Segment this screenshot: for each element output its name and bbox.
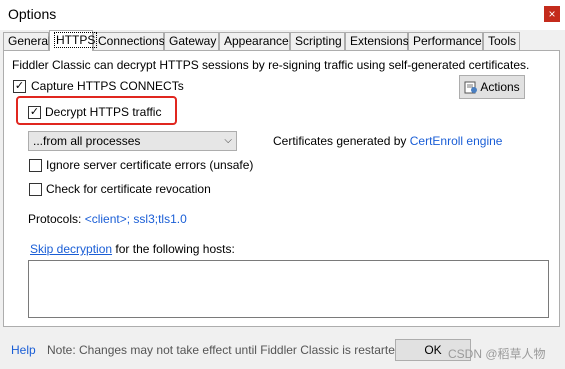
tab-connections[interactable]: Connections — [93, 32, 165, 50]
capture-https-label: Capture HTTPS CONNECTs — [31, 79, 184, 93]
process-filter-value: ...from all processes — [33, 134, 141, 148]
tab-tools[interactable]: Tools — [483, 32, 520, 50]
checkmark-icon: ✓ — [14, 80, 25, 92]
help-link[interactable]: Help — [11, 343, 36, 357]
title-bar — [0, 0, 565, 30]
skip-hosts-textarea[interactable] — [28, 260, 549, 318]
actions-button[interactable]: Actions — [459, 75, 525, 99]
watermark: CSDN @稻草人物 — [448, 347, 546, 361]
tab-extensions[interactable]: Extensions — [345, 32, 409, 50]
tab-https[interactable]: HTTPS — [49, 30, 98, 51]
decrypt-https-checkbox[interactable]: ✓ — [28, 106, 41, 119]
check-revocation-label: Check for certificate revocation — [46, 182, 211, 196]
cert-prefix: Certificates generated by — [273, 134, 407, 148]
skip-decryption-row: Skip decryption for the following hosts: — [30, 242, 235, 256]
protocols-label: Protocols: — [28, 212, 82, 226]
decrypt-https-label: Decrypt HTTPS traffic — [45, 105, 162, 119]
skip-decryption-link[interactable]: Skip decryption — [30, 242, 112, 256]
ok-label: OK — [424, 343, 442, 357]
cert-engine-link[interactable]: CertEnroll engine — [410, 134, 503, 148]
ignore-cert-errors-checkbox[interactable] — [29, 159, 42, 172]
checkmark-icon: ✓ — [29, 106, 40, 118]
chevron-down-icon: ⌵ — [224, 135, 232, 146]
close-button[interactable]: × — [544, 6, 560, 22]
ignore-cert-errors-label: Ignore server certificate errors (unsafe… — [46, 158, 254, 172]
close-icon: × — [548, 7, 556, 21]
process-filter-select[interactable]: ...from all processes ⌵ — [28, 131, 237, 151]
actions-label: Actions — [480, 80, 520, 94]
tab-general[interactable]: General — [3, 32, 51, 50]
tab-gateway[interactable]: Gateway — [164, 32, 219, 50]
intro-text: Fiddler Classic can decrypt HTTPS sessio… — [12, 58, 530, 72]
tab-scripting[interactable]: Scripting — [290, 32, 345, 50]
skip-decryption-suffix: for the following hosts: — [115, 242, 235, 256]
protocols-row: Protocols: <client>; ssl3;tls1.0 — [28, 212, 187, 226]
cert-generator-text: Certificates generated by CertEnroll eng… — [273, 134, 502, 148]
window-title: Options — [8, 6, 57, 22]
tab-appearance[interactable]: Appearance — [219, 32, 290, 50]
protocols-link[interactable]: <client>; ssl3;tls1.0 — [85, 212, 187, 226]
tab-performance[interactable]: Performance — [408, 32, 483, 50]
capture-https-checkbox[interactable]: ✓ — [13, 80, 26, 93]
certificate-icon — [464, 81, 478, 94]
restart-note: Note: Changes may not take effect until … — [47, 343, 405, 357]
check-revocation-checkbox[interactable] — [29, 183, 42, 196]
